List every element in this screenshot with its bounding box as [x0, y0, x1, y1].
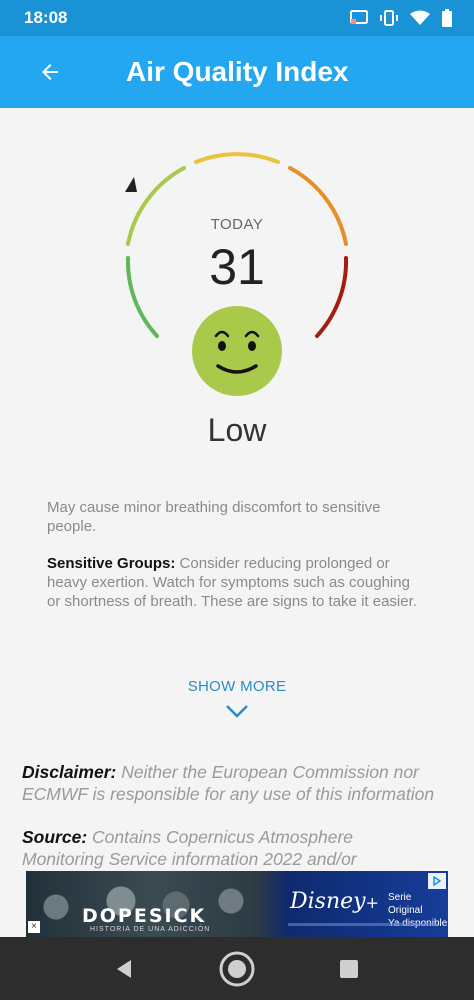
- sensitive-groups-label: Sensitive Groups:: [47, 555, 176, 572]
- nav-home-icon: [219, 951, 255, 987]
- arrow-left-icon: [42, 64, 58, 80]
- aqi-value: 31: [209, 239, 265, 295]
- ad-brand-logo: Disney+: [290, 889, 379, 914]
- status-icons: [350, 9, 452, 27]
- ad-title: DOPESICK: [82, 905, 207, 927]
- ad-brand-plus: +: [365, 893, 379, 912]
- ad-choices-icon[interactable]: [428, 873, 446, 889]
- show-more-button[interactable]: SHOW MORE: [0, 678, 474, 695]
- vibrate-icon: [380, 10, 398, 26]
- nav-recents-icon: [340, 960, 358, 978]
- system-nav-bar: [0, 937, 474, 1000]
- disclaimer-text-2: ECMWF is responsible for any use of this…: [22, 784, 435, 804]
- source-text-2: Monitoring Service information 2022 and/…: [22, 849, 357, 869]
- app-bar: Air Quality Index: [0, 36, 474, 108]
- source-label: Source:: [22, 827, 88, 847]
- cast-icon: [350, 10, 368, 24]
- page-title: Air Quality Index: [126, 56, 349, 87]
- gauge-segment-moderate: [194, 152, 280, 164]
- ad-brand-name: Disney: [290, 889, 366, 914]
- ad-close-icon[interactable]: ×: [28, 921, 40, 933]
- gauge-pointer-icon: [125, 177, 137, 192]
- chevron-down-icon[interactable]: [224, 702, 250, 722]
- sensitive-groups-text: Sensitive Groups: Consider reducing prol…: [47, 554, 417, 611]
- aqi-summary: May cause minor breathing discomfort to …: [47, 499, 381, 535]
- source-line-1: Source: Contains Copernicus Atmosphere: [22, 826, 462, 848]
- smiley-face-icon: [192, 306, 282, 396]
- source-text-1: Contains Copernicus Atmosphere: [92, 827, 354, 847]
- status-time: 18:08: [24, 8, 68, 27]
- day-label: TODAY: [210, 216, 264, 233]
- wifi-icon: [410, 10, 430, 25]
- ad-tagline: HISTORIA DE UNA ADICCIÓN: [90, 926, 211, 933]
- aqi-level: Low: [207, 412, 267, 448]
- disclaimer-label: Disclaimer:: [22, 762, 117, 782]
- nav-back-icon: [117, 960, 131, 978]
- nav-recents-button[interactable]: [329, 949, 369, 989]
- ad-banner[interactable]: DOPESICK HISTORIA DE UNA ADICCIÓN Disney…: [26, 871, 448, 937]
- battery-icon: [442, 9, 452, 27]
- ad-promo-line-1: Serie Original: [388, 892, 423, 916]
- nav-back-button[interactable]: [104, 949, 144, 989]
- disclaimer-text-1: Neither the European Commission nor: [121, 762, 419, 782]
- nav-home-button[interactable]: [217, 949, 257, 989]
- disclaimer-line-1: Disclaimer: Neither the European Commiss…: [22, 761, 462, 783]
- ad-fine-print: [288, 923, 438, 926]
- status-bar: 18:08: [0, 0, 474, 36]
- back-button[interactable]: [28, 50, 72, 94]
